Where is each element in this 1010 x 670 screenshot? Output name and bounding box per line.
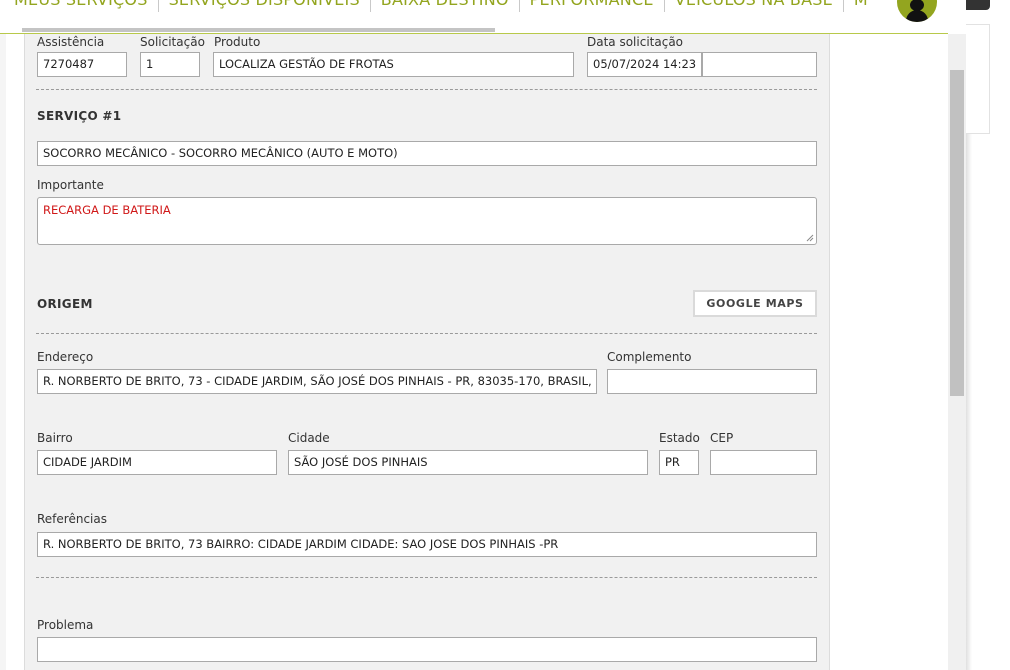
estado-label: Estado [659, 431, 700, 445]
importante-text: RECARGA DE BATERIA [43, 203, 171, 217]
estado-field[interactable]: PR [659, 450, 699, 475]
service-form-panel [24, 34, 830, 670]
cidade-field[interactable]: SÃO JOSÉ DOS PINHAIS [288, 450, 648, 475]
referencias-field[interactable]: R. NORBERTO DE BRITO, 73 BAIRRO: CIDADE … [37, 532, 817, 557]
nav-item-more[interactable]: M [844, 0, 878, 12]
bairro-field[interactable]: CIDADE JARDIM [37, 450, 277, 475]
produto-label: Produto [214, 35, 261, 49]
assistencia-label: Assistência [37, 35, 105, 49]
data-solicitacao-field[interactable]: 05/07/2024 14:23 [587, 52, 702, 77]
nav-menu: MEUS SERVIÇOS SERVIÇOS DISPONÍVEIS BAIXA… [14, 0, 878, 12]
scrollbar-thumb[interactable] [950, 70, 964, 396]
side-panel-shadow [966, 134, 972, 670]
top-navigation: MEUS SERVIÇOS SERVIÇOS DISPONÍVEIS BAIXA… [0, 0, 948, 34]
side-panel-tab [966, 0, 990, 10]
nav-item-performance[interactable]: PERFORMANCE [520, 0, 665, 12]
page-left-edge [0, 34, 6, 670]
app-window: MEUS SERVIÇOS SERVIÇOS DISPONÍVEIS BAIXA… [0, 0, 1010, 670]
nav-scroll-indicator [22, 28, 495, 32]
divider [36, 333, 817, 334]
complemento-field[interactable] [607, 369, 817, 394]
produto-field[interactable]: LOCALIZA GESTÃO DE FROTAS [213, 52, 574, 77]
importante-label: Importante [37, 178, 104, 192]
bairro-label: Bairro [37, 431, 73, 445]
nav-item-veiculos-na-base[interactable]: VEÍCULOS NA BASE [665, 0, 844, 12]
data-solicitacao-label: Data solicitação [587, 35, 684, 49]
solicitacao-field[interactable]: 1 [140, 52, 200, 77]
origem-title: ORIGEM [37, 297, 93, 311]
divider [36, 89, 817, 90]
nav-item-baixa-destino[interactable]: BAIXA DESTINO [371, 0, 520, 12]
assistencia-field[interactable]: 7270487 [37, 52, 127, 77]
side-panel [966, 24, 990, 134]
problema-label: Problema [37, 618, 94, 632]
endereco-field[interactable]: R. NORBERTO DE BRITO, 73 - CIDADE JARDIM… [37, 369, 597, 394]
data-solicitacao-extra-field[interactable] [702, 52, 817, 77]
importante-textarea[interactable]: RECARGA DE BATERIA [37, 197, 817, 245]
nav-item-meus-servicos[interactable]: MEUS SERVIÇOS [14, 0, 159, 12]
google-maps-button[interactable]: GOOGLE MAPS [693, 290, 817, 317]
cidade-label: Cidade [288, 431, 330, 445]
cep-label: CEP [710, 431, 734, 445]
referencias-label: Referências [37, 512, 107, 526]
nav-item-servicos-disponiveis[interactable]: SERVIÇOS DISPONÍVEIS [159, 0, 371, 12]
complemento-label: Complemento [607, 350, 692, 364]
cep-field[interactable] [710, 450, 817, 475]
problema-field[interactable] [37, 637, 817, 662]
endereco-label: Endereço [37, 350, 94, 364]
divider [36, 577, 817, 578]
solicitacao-label: Solicitação [140, 35, 205, 49]
resize-handle-icon[interactable] [806, 234, 814, 242]
servico-title: SERVIÇO #1 [37, 109, 122, 123]
servico-field[interactable]: SOCORRO MECÂNICO - SOCORRO MECÂNICO (AUT… [37, 141, 817, 166]
